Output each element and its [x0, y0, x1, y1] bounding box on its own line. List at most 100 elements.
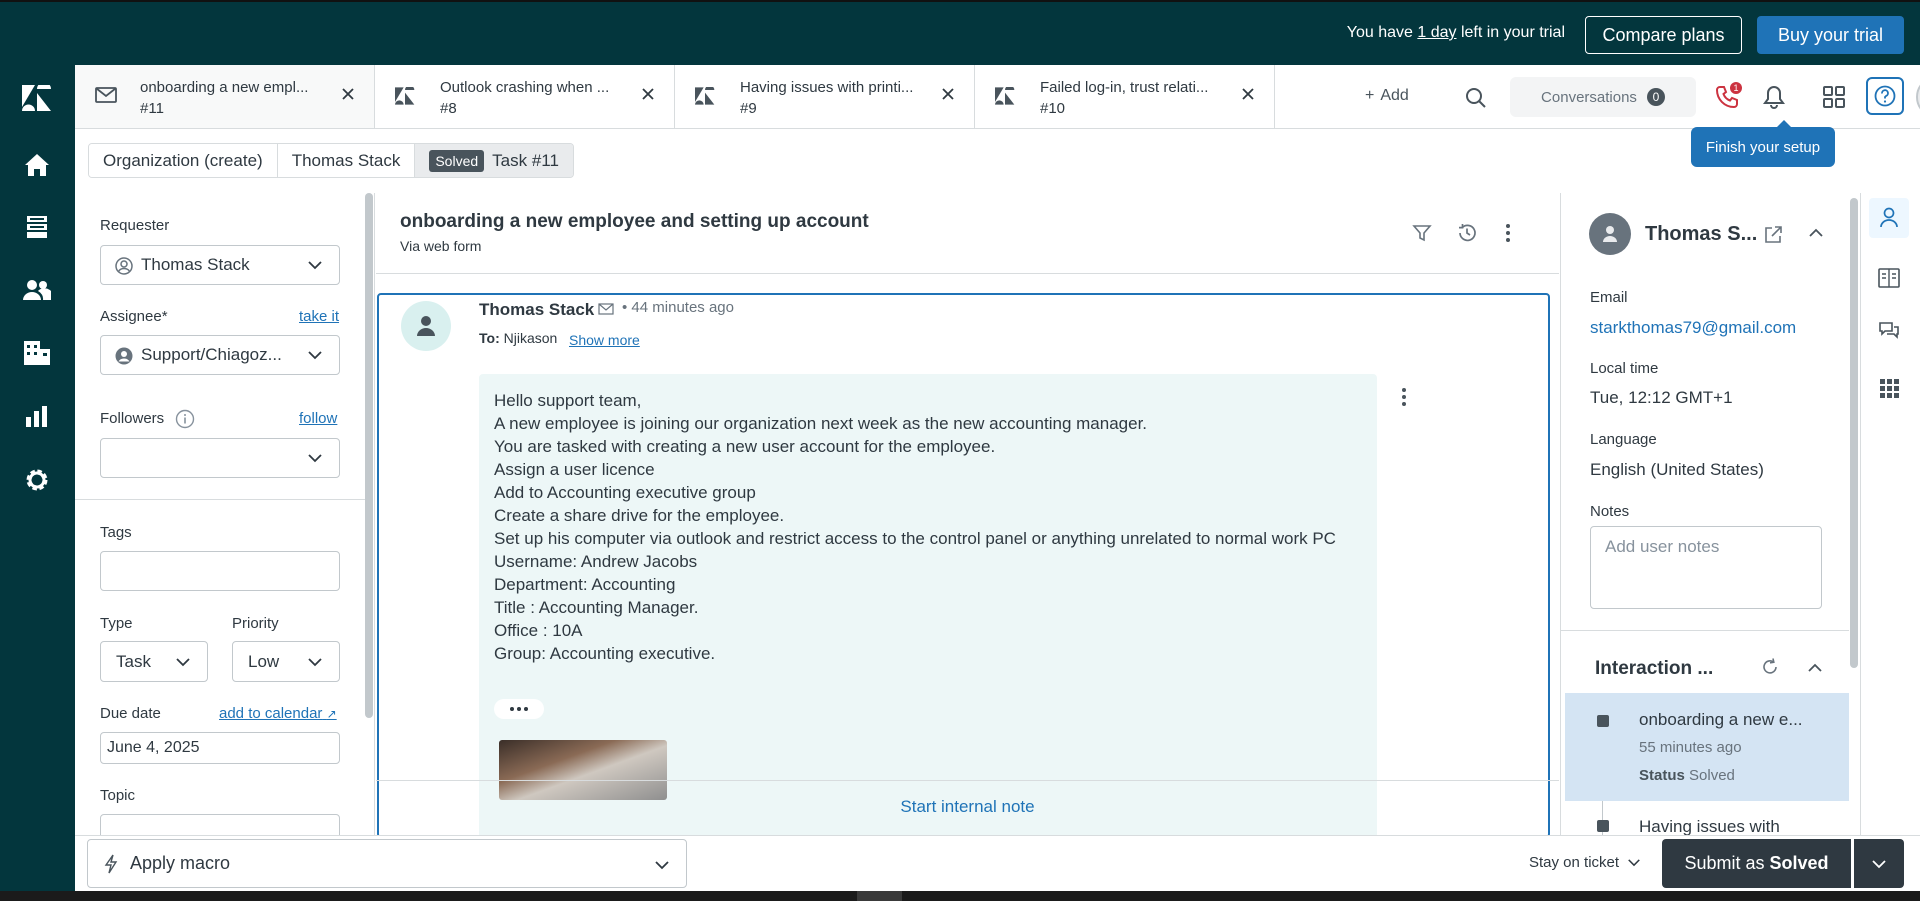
requester-label: Requester	[100, 217, 170, 234]
apply-macro-select[interactable]: Apply macro	[87, 839, 687, 888]
bell-icon[interactable]	[1762, 85, 1786, 109]
views-icon[interactable]	[22, 212, 52, 242]
breadcrumb-organization[interactable]: Organization (create)	[89, 144, 278, 177]
priority-select[interactable]: Low	[232, 641, 340, 682]
open-profile-icon[interactable]	[1763, 225, 1783, 245]
refresh-icon[interactable]	[1760, 657, 1780, 677]
attached-image[interactable]	[499, 740, 667, 800]
history-icon[interactable]	[1456, 222, 1478, 244]
message-line: Set up his computer via outlook and rest…	[494, 529, 1336, 548]
chevron-down-icon	[308, 261, 322, 270]
chevron-down-icon	[655, 861, 669, 870]
interaction-time: 55 minutes ago	[1639, 739, 1742, 756]
more-options-icon[interactable]	[1504, 222, 1512, 244]
submit-button[interactable]: Submit as Solved	[1662, 839, 1851, 888]
interaction-title[interactable]: onboarding a new e...	[1639, 710, 1803, 730]
followers-field[interactable]	[100, 438, 340, 478]
conversations-button[interactable]: Conversations 0	[1510, 77, 1696, 117]
compare-plans-button[interactable]: Compare plans	[1585, 16, 1742, 54]
priority-label: Priority	[232, 615, 279, 632]
reporting-icon[interactable]	[22, 401, 52, 431]
expand-quoted-button[interactable]	[494, 699, 544, 719]
trial-banner: You have 1 day left in your trial Compar…	[0, 0, 1920, 65]
author-avatar	[401, 301, 451, 351]
close-icon[interactable]	[1240, 86, 1256, 102]
main-navigation	[0, 65, 75, 901]
add-tab-button[interactable]: + Add	[1365, 87, 1409, 105]
assignee-field[interactable]: Support/Chiagoz...	[100, 335, 340, 375]
ticket-footer: Apply macro Stay on ticket Submit as Solv…	[75, 835, 1920, 891]
info-icon[interactable]	[175, 409, 195, 429]
mail-icon	[95, 87, 117, 107]
due-date-input[interactable]: June 4, 2025	[100, 732, 340, 764]
properties-scrollbar[interactable]	[365, 193, 373, 718]
apply-macro-label: Apply macro	[130, 853, 231, 873]
lightning-icon	[104, 854, 118, 873]
message-time-value: 44 minutes ago	[631, 299, 734, 316]
chat-bubbles-icon[interactable]	[1869, 311, 1909, 351]
message-line: Department: Accounting	[494, 575, 676, 594]
message-card[interactable]: Thomas Stack • 44 minutes ago To: Njikas…	[377, 293, 1550, 838]
start-internal-note-button[interactable]: Start internal note	[376, 797, 1559, 817]
show-more-link[interactable]: Show more	[569, 332, 640, 348]
email-value[interactable]: starkthomas79@gmail.com	[1590, 318, 1796, 338]
user-notes-input[interactable]: Add user notes	[1590, 526, 1822, 609]
apps-grid-icon[interactable]	[1822, 85, 1846, 109]
message-line: Create a share drive for the employee.	[494, 506, 785, 525]
stay-on-ticket-label: Stay on ticket	[1529, 854, 1620, 871]
trial-message: You have 1 day left in your trial	[1347, 24, 1565, 42]
close-icon[interactable]	[640, 86, 656, 102]
admin-gear-icon[interactable]	[22, 465, 52, 495]
chevron-up-icon[interactable]	[1808, 228, 1824, 238]
add-to-calendar-link[interactable]: add to calendar ↗	[219, 705, 337, 722]
filter-icon[interactable]	[1412, 223, 1432, 243]
breadcrumb-ticket[interactable]: Solved Task #11	[415, 144, 573, 177]
chevron-up-icon[interactable]	[1807, 663, 1823, 673]
breadcrumb-task-label: Task #11	[492, 150, 559, 170]
customers-icon[interactable]	[22, 275, 52, 305]
tags-input[interactable]	[100, 551, 340, 591]
take-it-link[interactable]: take it	[299, 308, 339, 325]
ticket-tab[interactable]: onboarding a new empl... #11	[75, 65, 375, 128]
message-options-icon[interactable]	[1401, 387, 1407, 407]
status-value: Solved	[1689, 767, 1735, 784]
breadcrumb-user[interactable]: Thomas Stack	[277, 144, 416, 177]
follow-link[interactable]: follow	[299, 410, 337, 427]
type-select[interactable]: Task	[100, 641, 208, 682]
ticket-status-icon	[1597, 820, 1609, 832]
close-icon[interactable]	[940, 86, 956, 102]
due-date-value: June 4, 2025	[107, 739, 200, 756]
window-bottom-segment	[857, 891, 902, 901]
submit-options-button[interactable]	[1854, 839, 1904, 888]
buy-trial-button[interactable]: Buy your trial	[1757, 16, 1904, 54]
search-icon[interactable]	[1465, 87, 1487, 109]
ticket-subject: onboarding a new employee and setting up…	[400, 211, 869, 232]
trial-days-link[interactable]: 1 day	[1417, 24, 1456, 41]
tags-label: Tags	[100, 524, 132, 541]
breadcrumb: Organization (create) Thomas Stack Solve…	[88, 143, 574, 178]
stay-on-ticket-select[interactable]: Stay on ticket	[1529, 854, 1641, 871]
interaction-history-title: Interaction ...	[1595, 658, 1714, 679]
ticket-tab[interactable]: Outlook crashing when ... #8	[375, 65, 675, 128]
notes-label: Notes	[1590, 503, 1630, 520]
customer-name[interactable]: Thomas S...	[1645, 223, 1757, 246]
topic-select[interactable]	[100, 814, 340, 835]
message-author[interactable]: Thomas Stack	[479, 300, 594, 320]
profile-avatar[interactable]	[1916, 76, 1920, 118]
close-icon[interactable]	[340, 86, 356, 102]
home-icon[interactable]	[22, 150, 52, 180]
finish-setup-tooltip[interactable]: Finish your setup	[1691, 120, 1835, 167]
ticket-tab[interactable]: Failed log-in, trust relati... #10	[975, 65, 1275, 128]
context-scrollbar[interactable]	[1850, 198, 1858, 668]
interaction-title[interactable]: Having issues with	[1639, 817, 1780, 837]
help-icon[interactable]	[1866, 77, 1904, 115]
submit-prefix: Submit as	[1684, 853, 1765, 873]
organizations-icon[interactable]	[22, 338, 52, 368]
ticket-tab[interactable]: Having issues with printi... #9	[675, 65, 975, 128]
requester-field[interactable]: Thomas Stack	[100, 245, 340, 285]
apps-icon[interactable]	[1869, 368, 1909, 408]
customer-context-icon[interactable]	[1869, 198, 1909, 238]
zendesk-logo-icon[interactable]	[22, 83, 52, 113]
knowledge-icon[interactable]	[1869, 258, 1909, 298]
chevron-down-icon	[176, 657, 190, 666]
